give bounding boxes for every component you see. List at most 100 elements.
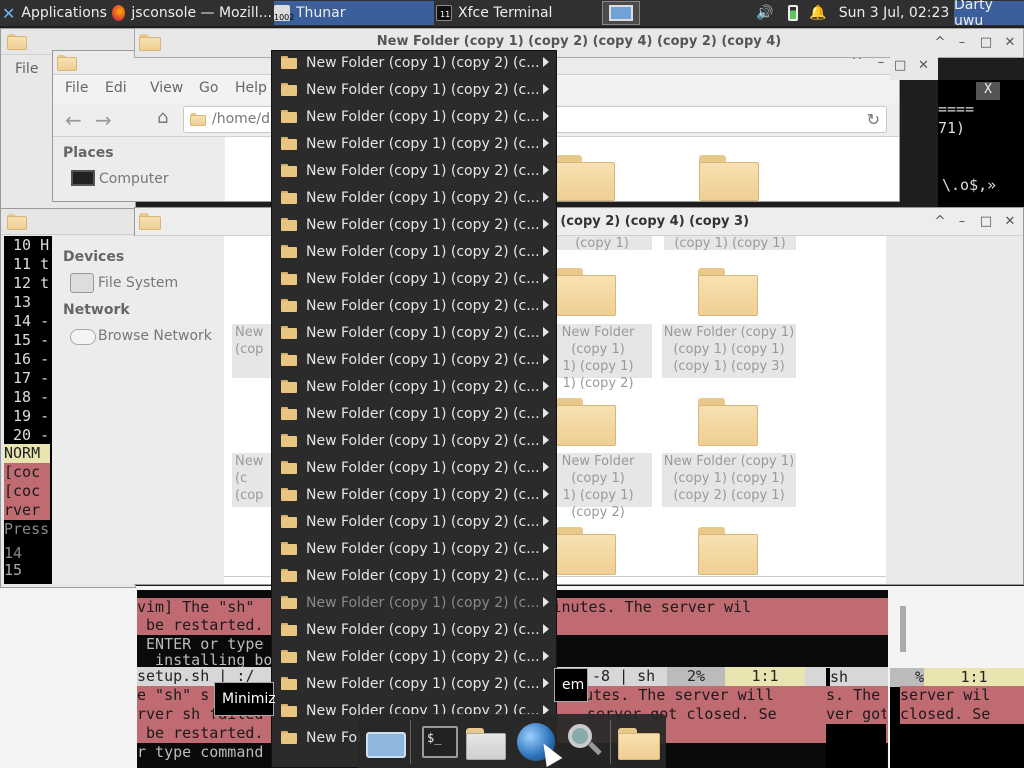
minimize-button[interactable]: – [955,214,969,230]
folder-item-label[interactable]: New (cop [232,324,272,378]
menu-edit[interactable]: Edi [105,80,127,96]
minimize-button[interactable]: – [955,35,969,51]
terminal-launcher-icon[interactable]: $_ [418,720,462,764]
context-menu-item[interactable]: New Folder (copy 1) (copy 2) (c... [272,481,556,508]
home-folder-icon[interactable] [464,720,508,764]
context-menu-item[interactable]: New Folder (copy 1) (copy 2) (c... [272,184,556,211]
terminal-small-split[interactable]: sh s. The ver got [826,668,886,768]
maximize-button[interactable]: □ [894,58,906,73]
context-menu-item[interactable]: New Folder (copy 1) (copy 2) (c... [272,670,556,697]
submenu-arrow-icon [543,246,549,256]
clock[interactable]: Sun 3 Jul, 02:23 [838,3,950,23]
home-icon[interactable]: ⌂ [157,107,168,128]
taskbar-thunar[interactable]: 1002 Thunar [274,1,434,25]
context-menu-item[interactable]: New Folder (copy 1) (copy 2) (c... [272,211,556,238]
context-menu-item[interactable]: New Folder (copy 1) (copy 2) (c... [272,535,556,562]
context-menu-item[interactable]: New Folder (copy 1) (copy 2) (c... [272,130,556,157]
terminal-scrollbar[interactable] [900,606,906,652]
folder-item-label[interactable]: New Folder (copy 1) (copy 1) (copy 1) (cop… [662,324,796,378]
folder-item-label[interactable]: New Folder (copy 1) (copy 1) (copy 1) (cop… [662,453,796,507]
show-desktop-icon[interactable] [364,720,408,764]
thunar-window-top[interactable]: New Folder (copy 1) (copy 2) (copy 4) (c… [134,28,1024,58]
maximize-button[interactable]: □ [979,35,993,51]
context-menu-item[interactable]: New Folder (copy 1) (copy 2) (c... [272,292,556,319]
maximize-button[interactable]: □ [979,214,993,230]
window-title: New Folder (copy 1) (copy 2) (copy 4) (c… [376,34,782,49]
folder-icon[interactable] [699,155,759,201]
folder-icon [7,34,27,50]
menu-view[interactable]: View [150,80,183,96]
shade-button[interactable]: ^ [933,35,947,51]
folder-icon [281,677,297,690]
context-menu-item[interactable]: New Folder (copy 1) (copy 2) (c... [272,427,556,454]
user-menu[interactable]: Darty uwu [954,0,1024,29]
search-icon[interactable] [562,720,606,764]
close-button[interactable]: ✕ [1003,35,1017,51]
context-menu-item[interactable]: New Folder (copy 1) (copy 2) (c... [272,508,556,535]
submenu-arrow-icon [543,381,549,391]
context-menu-item[interactable]: New Folder (copy 1) (copy 2) (c... [272,346,556,373]
taskbar-terminal[interactable]: 11 Xfce Terminal [436,1,598,25]
battery-icon[interactable] [784,3,802,23]
folder-icon[interactable] [698,398,758,446]
context-menu-item[interactable]: New Folder (copy 1) (copy 2) (c... [272,616,556,643]
submenu-arrow-icon [543,597,549,607]
folder-icon [281,353,297,366]
close-button[interactable]: ✕ [918,58,929,73]
context-menu-item[interactable]: New Folder (copy 1) (copy 2) (c... [272,454,556,481]
context-menu-item-label: New Folder (copy 1) (copy 2) (c... [306,297,540,314]
close-button[interactable]: ✕ [1003,214,1017,230]
titlebar[interactable]: New Folder (copy 1) (copy 2) (copy 4) (c… [135,29,1023,57]
context-menu-item[interactable]: New Folder (copy 1) (copy 2) (c... [272,400,556,427]
context-menu-item-label: New Folder (copy 1) (copy 2) (c... [306,432,540,449]
folder-icon[interactable] [555,155,615,201]
titlebar[interactable]: New Folder (copy 1) (copy 2) (copy 4) (c… [135,208,1023,236]
shade-button[interactable]: ^ [933,214,947,230]
folder-icon[interactable] [698,268,758,316]
terminal-right-split[interactable]: % 1:1 server wil closed. Se [890,668,1024,768]
menu-file[interactable]: File [15,61,38,77]
context-menu-item[interactable]: New Folder (copy 1) (copy 2) (c... [272,103,556,130]
volume-icon[interactable]: 🔊 [754,3,776,23]
folder-icon[interactable] [556,527,616,575]
context-menu-item[interactable]: New Folder (copy 1) (copy 2) (c... [272,319,556,346]
folder-item-label[interactable]: New Folder (copy 1) 1) (copy 1) 1) (copy 2… [544,324,652,391]
submenu-arrow-icon [543,624,549,634]
context-menu-item-label: New Folder (copy 1) (copy 2) (c... [306,567,540,584]
reload-icon[interactable]: ↻ [867,110,880,129]
sidebar-item-browse-network[interactable]: Browse Network [98,328,212,344]
forward-arrow-icon[interactable]: → [95,108,112,132]
menu-go[interactable]: Go [199,80,218,96]
back-arrow-icon[interactable]: ← [65,108,82,132]
context-menu-item-label: New Folder (copy 1) (copy 2) (c... [306,594,540,611]
context-menu-item[interactable]: New Folder (copy 1) (copy 2) (c... [272,643,556,670]
folder-icon [281,56,297,69]
folder-icon[interactable] [556,268,616,316]
titlebar[interactable] [1,209,135,235]
folder-icon[interactable] [698,527,758,575]
menu-file[interactable]: File [65,80,88,96]
context-menu-item[interactable]: New Folder (copy 1) (copy 2) (c... [272,51,556,76]
notifications-bell-icon[interactable]: 🔔 [808,3,828,23]
folder-icon [281,218,297,231]
applications-menu-button[interactable]: ✕ Applications ≡ [2,1,110,25]
sidebar-item-computer[interactable]: Computer [99,171,169,187]
context-menu[interactable]: New Folder (copy 1) (copy 2) (c... New Fo… [271,50,557,768]
context-menu-item[interactable]: New Folder (copy 1) (copy 2) (c... [272,562,556,589]
context-menu-item[interactable]: New Folder (copy 1) (copy 2) (c... [272,238,556,265]
context-menu-item[interactable]: New Folder (copy 1) (copy 2) (c... [272,265,556,292]
folder-item-label[interactable]: New Folder (copy 1) 1) (copy 1) (copy 2) [544,453,652,520]
taskbar-firefox[interactable]: jsconsole — Mozill... [112,1,272,25]
file-manager-icon[interactable] [616,720,660,764]
context-menu-item[interactable]: New Folder (copy 1) (copy 2) (c... [272,589,556,616]
context-menu-item[interactable]: New Folder (copy 1) (copy 2) (c... [272,76,556,103]
menu-help[interactable]: Help [235,80,267,96]
folder-item-label[interactable]: New (c (cop [232,453,272,507]
workspace-switcher[interactable] [602,1,640,25]
context-menu-item[interactable]: New Folder (copy 1) (copy 2) (c... [272,157,556,184]
close-tab-button[interactable]: X [976,82,1000,100]
folder-icon[interactable] [556,398,616,446]
context-menu-item[interactable]: New Folder (copy 1) (copy 2) (c... [272,373,556,400]
sidebar-item-filesystem[interactable]: File System [98,275,178,291]
submenu-arrow-icon [543,489,549,499]
